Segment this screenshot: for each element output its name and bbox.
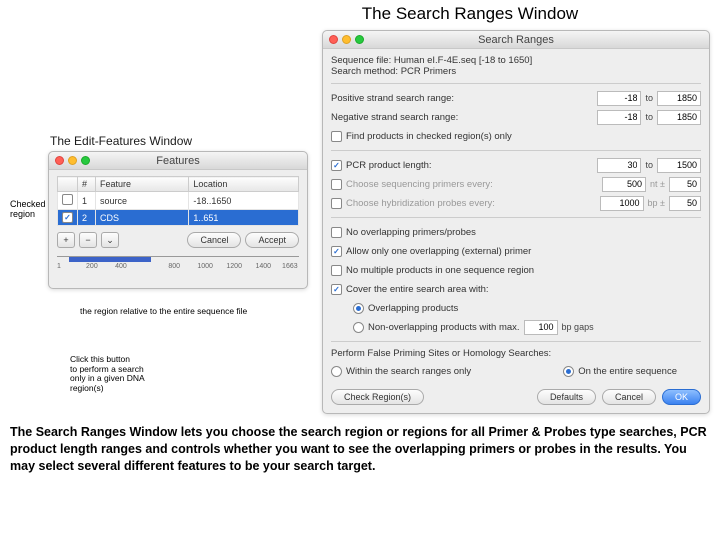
nonoverlapping-label: Non-overlapping products with max.: [368, 322, 520, 333]
find-products-label: Find products in checked region(s) only: [346, 131, 701, 142]
row-checkbox[interactable]: [62, 212, 73, 223]
no-overlap-checkbox[interactable]: [331, 227, 342, 238]
seq-primers-label: Choose sequencing primers every:: [346, 179, 598, 190]
nonoverlapping-radio[interactable]: [353, 322, 364, 333]
search-ranges-title: Search Ranges: [323, 34, 709, 46]
cancel-button[interactable]: Cancel: [602, 389, 656, 405]
within-radio[interactable]: [331, 366, 342, 377]
search-ranges-window: Search Ranges Sequence file: Human eI.F-…: [322, 30, 710, 414]
allow-one-label: Allow only one overlapping (external) pr…: [346, 246, 701, 257]
entire-label: On the entire sequence: [578, 366, 677, 377]
divider: [331, 83, 701, 84]
page-title: The Search Ranges Window: [230, 4, 710, 24]
no-multiple-checkbox[interactable]: [331, 265, 342, 276]
seq-val-input: [602, 177, 646, 192]
features-window: Features # Feature Location: [48, 151, 308, 289]
picker-button[interactable]: ⌄: [101, 232, 119, 248]
row-checkbox[interactable]: [62, 194, 73, 205]
cover-area-checkbox[interactable]: [331, 284, 342, 295]
overlapping-label: Overlapping products: [368, 303, 701, 314]
pcr-from-input[interactable]: [597, 158, 641, 173]
accept-button[interactable]: Accept: [245, 232, 299, 248]
hyb-tol-input: [669, 196, 701, 211]
table-row[interactable]: 2 CDS 1..651: [58, 210, 299, 226]
no-multiple-label: No multiple products in one sequence reg…: [346, 265, 701, 276]
neg-to-input[interactable]: [657, 110, 701, 125]
divider: [331, 217, 701, 218]
hyb-probes-checkbox[interactable]: [331, 198, 342, 209]
check-regions-button[interactable]: Check Region(s): [331, 389, 424, 405]
gap-input[interactable]: [524, 320, 558, 335]
pos-to-input[interactable]: [657, 91, 701, 106]
hyb-probes-label: Choose hybridization probes every:: [346, 198, 596, 209]
no-overlap-label: No overlapping primers/probes: [346, 227, 701, 238]
click-annotation: Click this button to perform a search on…: [70, 355, 180, 394]
pos-from-input[interactable]: [597, 91, 641, 106]
add-button[interactable]: +: [57, 232, 75, 248]
divider: [331, 341, 701, 342]
overlapping-radio[interactable]: [353, 303, 364, 314]
hyb-val-input: [600, 196, 644, 211]
features-subtitle: The Edit-Features Window: [50, 134, 316, 148]
search-method-label: Search method: PCR Primers: [331, 66, 701, 77]
ruler-annotation: the region relative to the entire sequen…: [80, 307, 316, 317]
ok-button[interactable]: OK: [662, 389, 701, 405]
remove-button[interactable]: −: [79, 232, 97, 248]
defaults-button[interactable]: Defaults: [537, 389, 596, 405]
find-products-checkbox[interactable]: [331, 131, 342, 142]
seq-primers-checkbox[interactable]: [331, 179, 342, 190]
false-priming-label: Perform False Priming Sites or Homology …: [331, 348, 701, 359]
neg-strand-label: Negative strand search range:: [331, 112, 593, 123]
features-title: Features: [49, 155, 307, 167]
divider: [331, 150, 701, 151]
within-label: Within the search ranges only: [346, 366, 471, 377]
neg-from-input[interactable]: [597, 110, 641, 125]
allow-one-checkbox[interactable]: [331, 246, 342, 257]
cover-area-label: Cover the entire search area with:: [346, 284, 701, 295]
features-table: # Feature Location 1 source -18..1650: [57, 176, 299, 226]
table-row[interactable]: 1 source -18..1650: [58, 192, 299, 210]
pcr-to-input[interactable]: [657, 158, 701, 173]
pcr-length-checkbox[interactable]: [331, 160, 342, 171]
description-text: The Search Ranges Window lets you choose…: [10, 424, 710, 475]
seq-tol-input: [669, 177, 701, 192]
pos-strand-label: Positive strand search range:: [331, 93, 593, 104]
sequence-file-label: Sequence file: Human eI.F-4E.seq [-18 to…: [331, 55, 701, 66]
checked-region-label: Checked region: [10, 199, 46, 220]
sequence-ruler: 1 200 400 800 1000 1200 1400 1663: [57, 256, 299, 280]
pcr-length-label: PCR product length:: [346, 160, 593, 171]
cancel-button[interactable]: Cancel: [187, 232, 241, 248]
entire-radio[interactable]: [563, 366, 574, 377]
